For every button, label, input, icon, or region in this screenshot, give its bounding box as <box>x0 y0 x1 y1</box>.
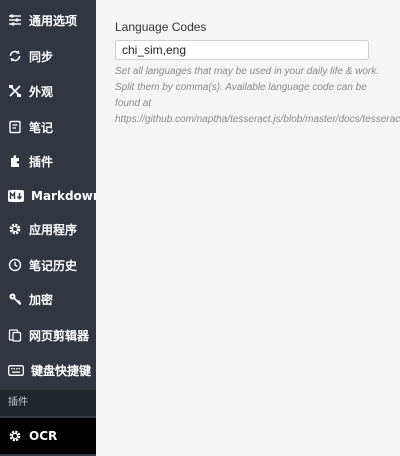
gear-icon <box>8 222 22 236</box>
help-line: Split them by comma(s). Available langua… <box>115 82 367 93</box>
sidebar-item-application[interactable]: 应用程序 <box>0 214 96 244</box>
settings-panel: Language Codes Set all languages that ma… <box>96 0 400 456</box>
sidebar-item-markdown[interactable]: Markdown <box>0 181 101 211</box>
sidebar-item-ocr[interactable]: OCR <box>0 418 96 454</box>
sidebar-section-header: 插件 <box>0 390 96 416</box>
brush-icon <box>8 84 22 98</box>
sidebar-item-note-history[interactable]: 笔记历史 <box>0 250 96 280</box>
note-icon <box>8 120 22 134</box>
sidebar-item-appearance[interactable]: 外观 <box>0 76 96 106</box>
sidebar-item-label: 键盘快捷键 <box>31 363 92 378</box>
history-icon <box>8 258 22 272</box>
sliders-icon <box>8 13 22 27</box>
sidebar-item-label: 插件 <box>29 154 54 169</box>
help-line-link[interactable]: https://github.com/naptha/tesseract.js/b… <box>115 112 400 128</box>
sidebar-item-label: 通用选项 <box>29 13 78 28</box>
sidebar-item-label: 加密 <box>29 292 54 307</box>
sidebar-item-label: 同步 <box>29 49 54 64</box>
sidebar-item-label: 笔记 <box>29 120 54 135</box>
app-window: 通用选项 同步 外观 笔记 插件 Markdown 应用程序 笔记历史 加密 网… <box>0 0 400 456</box>
markdown-icon <box>8 189 24 203</box>
sync-icon <box>8 49 22 63</box>
clipper-icon <box>8 328 22 342</box>
sidebar-item-label: OCR <box>29 429 58 443</box>
key-icon <box>8 292 22 306</box>
sidebar-item-label: 应用程序 <box>29 222 78 237</box>
sidebar: 通用选项 同步 外观 笔记 插件 Markdown 应用程序 笔记历史 加密 网… <box>0 0 101 456</box>
sidebar-item-label: 网页剪辑器 <box>29 328 90 343</box>
gear-icon <box>8 429 22 443</box>
language-codes-label: Language Codes <box>115 20 207 34</box>
puzzle-icon <box>8 154 22 168</box>
keyboard-icon <box>8 363 24 377</box>
sidebar-item-plugins[interactable]: 插件 <box>0 146 96 176</box>
sidebar-item-label: 外观 <box>29 84 54 99</box>
sidebar-item-web-clipper[interactable]: 网页剪辑器 <box>0 320 96 350</box>
help-line: Set all languages that may be used in yo… <box>115 66 380 77</box>
help-line: found at <box>115 98 152 109</box>
language-codes-input[interactable] <box>115 40 369 60</box>
sidebar-item-label: Markdown <box>31 189 102 203</box>
sidebar-item-encryption[interactable]: 加密 <box>0 284 96 314</box>
sidebar-item-general[interactable]: 通用选项 <box>0 5 96 35</box>
language-codes-help: Set all languages that may be used in yo… <box>115 64 400 128</box>
sidebar-item-note[interactable]: 笔记 <box>0 112 96 142</box>
sidebar-item-sync[interactable]: 同步 <box>0 41 96 71</box>
sidebar-item-keyboard-shortcuts[interactable]: 键盘快捷键 <box>0 355 96 385</box>
sidebar-item-label: 笔记历史 <box>29 258 78 273</box>
